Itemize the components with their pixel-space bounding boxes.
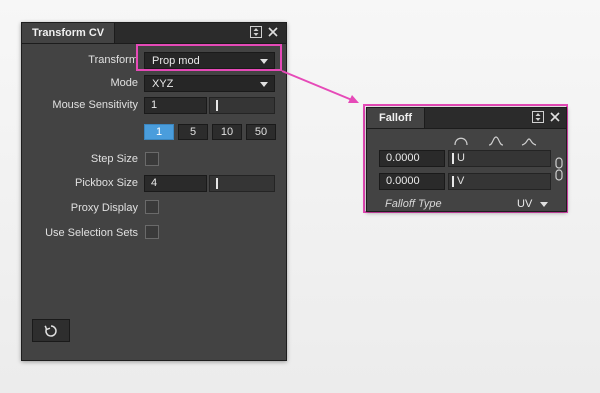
use-selection-sets-label: Use Selection Sets (45, 227, 138, 239)
close-icon[interactable] (549, 111, 561, 123)
panel-title-tab[interactable]: Transform CV (22, 23, 116, 43)
transform-cv-panel: Transform CV Transform Prop mod Mode XYZ… (21, 22, 287, 361)
falloff-panel: Falloff 0.0000 U 0.0000 V Falloff Type U… (366, 107, 567, 212)
link-chain-icon[interactable] (555, 157, 563, 181)
falloff-title-tab[interactable]: Falloff (367, 108, 425, 128)
sensitivity-preset-10-button[interactable]: 10 (212, 124, 242, 140)
proxy-display-checkbox[interactable] (145, 200, 159, 214)
u-label: U (457, 152, 465, 164)
transform-dropdown-highlight (136, 44, 282, 71)
sensitivity-preset-50-button[interactable]: 50 (246, 124, 276, 140)
v-slider[interactable]: V (448, 173, 551, 190)
slider-handle[interactable] (452, 153, 454, 164)
panel-tabbar: Transform CV (22, 23, 286, 44)
use-selection-sets-checkbox[interactable] (145, 225, 159, 239)
slider-handle[interactable] (452, 176, 454, 187)
u-value-input[interactable]: 0.0000 (379, 150, 445, 167)
sensitivity-preset-5-button[interactable]: 5 (178, 124, 208, 140)
v-value-input[interactable]: 0.0000 (379, 173, 445, 190)
step-size-label: Step Size (90, 153, 138, 165)
transform-label: Transform (88, 54, 138, 66)
sensitivity-preset-1-button[interactable]: 1 (144, 124, 174, 140)
reset-icon (44, 325, 57, 337)
falloff-type-label: Falloff Type (385, 198, 442, 210)
reset-button[interactable] (32, 319, 70, 342)
mouse-sensitivity-input[interactable]: 1 (144, 97, 207, 114)
mode-dropdown[interactable]: XYZ (144, 75, 275, 92)
mouse-sensitivity-slider[interactable] (209, 97, 275, 114)
u-slider[interactable]: U (448, 150, 551, 167)
falloff-curve-2-icon[interactable] (488, 134, 504, 146)
chevron-down-icon (540, 201, 549, 207)
close-icon[interactable] (267, 26, 279, 38)
mode-dropdown-value: XYZ (152, 78, 174, 90)
panel-options-icon[interactable] (532, 111, 544, 123)
pickbox-size-label: Pickbox Size (75, 177, 138, 189)
falloff-type-dropdown[interactable]: UV (517, 197, 549, 211)
pickbox-size-input[interactable]: 4 (144, 175, 207, 192)
v-label: V (457, 175, 465, 187)
mouse-sensitivity-label: Mouse Sensitivity (52, 99, 138, 111)
step-size-checkbox[interactable] (145, 152, 159, 166)
panel-tabbar: Falloff (367, 108, 566, 129)
panel-options-icon[interactable] (250, 26, 262, 38)
mode-label: Mode (110, 77, 138, 89)
falloff-curve-1-icon[interactable] (453, 134, 469, 146)
slider-handle[interactable] (216, 178, 218, 189)
slider-handle[interactable] (216, 100, 218, 111)
chevron-down-icon (260, 82, 268, 87)
pickbox-size-slider[interactable] (209, 175, 275, 192)
proxy-display-label: Proxy Display (70, 202, 138, 214)
falloff-curve-3-icon[interactable] (521, 134, 537, 146)
falloff-type-value: UV (517, 198, 533, 210)
